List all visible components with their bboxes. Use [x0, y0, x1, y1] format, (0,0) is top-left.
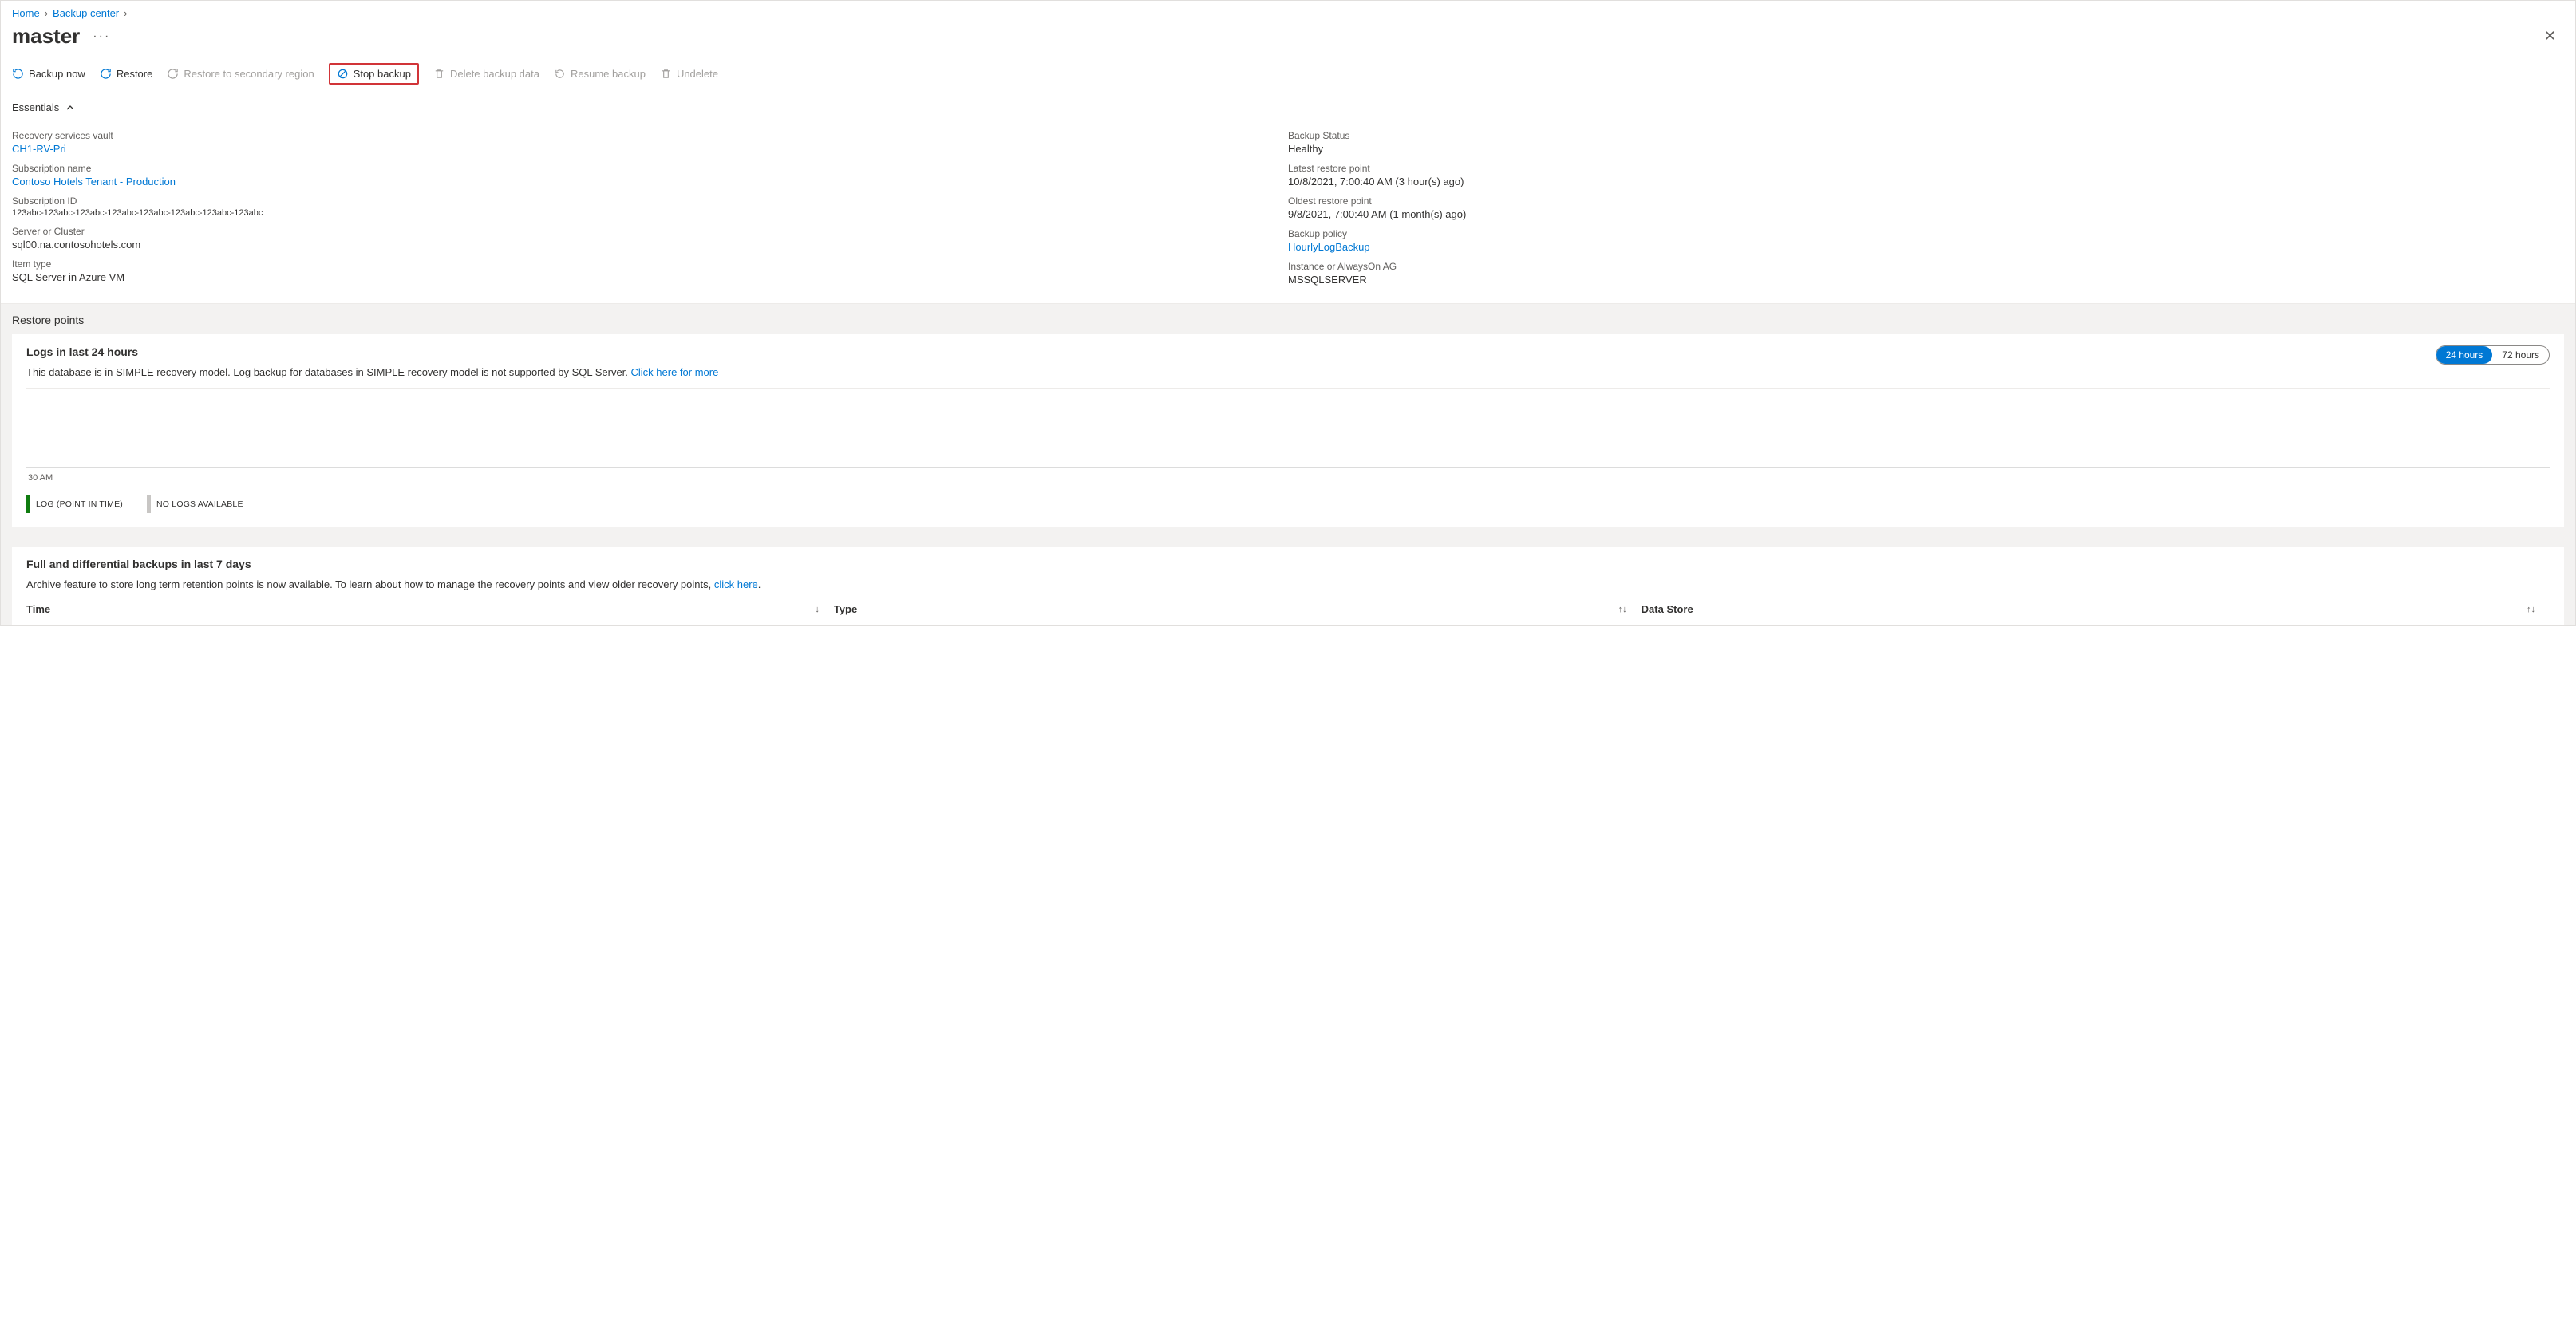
legend-swatch-green — [26, 495, 30, 513]
essentials-panel: Recovery services vault CH1-RV-Pri Subsc… — [1, 120, 2575, 304]
command-bar: Backup now Restore Restore to secondary … — [1, 57, 2575, 93]
restore-button[interactable]: Restore — [100, 68, 153, 80]
col-header-data-store[interactable]: Data Store↑↓ — [1642, 603, 2550, 615]
subscription-name-label: Subscription name — [12, 163, 1288, 174]
breadcrumb-backup-center[interactable]: Backup center — [53, 7, 119, 19]
trash-icon — [433, 68, 445, 80]
instance-value: MSSQLSERVER — [1288, 274, 2564, 286]
essentials-toggle[interactable]: Essentials — [1, 93, 2575, 120]
restore-icon — [100, 68, 112, 80]
logs-card-title: Logs in last 24 hours — [26, 345, 718, 358]
page-title: master — [12, 24, 80, 49]
backups-card: Full and differential backups in last 7 … — [12, 547, 2564, 625]
item-type-value: SQL Server in Azure VM — [12, 271, 1288, 283]
undelete-button: Undelete — [660, 68, 718, 80]
toggle-72h[interactable]: 72 hours — [2492, 346, 2549, 364]
oldest-restore-label: Oldest restore point — [1288, 195, 2564, 207]
sort-icon: ↓ — [815, 605, 820, 614]
server-label: Server or Cluster — [12, 226, 1288, 237]
backup-status-label: Backup Status — [1288, 130, 2564, 141]
chart-tick-label: 30 AM — [28, 473, 53, 483]
recovery-vault-link[interactable]: CH1-RV-Pri — [12, 143, 1288, 155]
restore-secondary-button: Restore to secondary region — [167, 68, 314, 80]
stop-backup-button[interactable]: Stop backup — [329, 63, 419, 85]
backup-now-icon — [12, 68, 24, 80]
chevron-right-icon: › — [124, 7, 127, 19]
logs-card-subtitle: This database is in SIMPLE recovery mode… — [26, 366, 718, 378]
legend-log: LOG (POINT IN TIME) — [26, 495, 123, 513]
backups-card-title: Full and differential backups in last 7 … — [26, 558, 2550, 570]
stop-icon — [337, 68, 349, 80]
breadcrumb-home[interactable]: Home — [12, 7, 40, 19]
col-header-time[interactable]: Time↓ — [26, 603, 834, 615]
chevron-right-icon: › — [45, 7, 48, 19]
undelete-icon — [660, 68, 672, 80]
logs-timeline-chart: 30 AM — [26, 393, 2550, 481]
close-icon[interactable]: ✕ — [2536, 25, 2564, 48]
sort-icon: ↑↓ — [2527, 605, 2535, 614]
delete-backup-data-button: Delete backup data — [433, 68, 539, 80]
logs-card: Logs in last 24 hours This database is i… — [12, 334, 2564, 527]
legend-no-logs: NO LOGS AVAILABLE — [147, 495, 243, 513]
backup-policy-label: Backup policy — [1288, 228, 2564, 239]
breadcrumb: Home › Backup center › — [1, 1, 2575, 21]
more-icon[interactable]: ··· — [93, 30, 110, 44]
sort-icon: ↑↓ — [1618, 605, 1627, 614]
oldest-restore-value: 9/8/2021, 7:00:40 AM (1 month(s) ago) — [1288, 208, 2564, 220]
restore-points-heading: Restore points — [1, 304, 2575, 334]
backups-card-subtitle: Archive feature to store long term reten… — [26, 578, 2550, 590]
subscription-id-value: 123abc-123abc-123abc-123abc-123abc-123ab… — [12, 208, 1288, 218]
resume-icon — [554, 68, 566, 80]
time-range-toggle[interactable]: 24 hours 72 hours — [2436, 345, 2550, 365]
backup-policy-link[interactable]: HourlyLogBackup — [1288, 241, 2564, 253]
backup-now-button[interactable]: Backup now — [12, 68, 85, 80]
item-type-label: Item type — [12, 258, 1288, 270]
latest-restore-label: Latest restore point — [1288, 163, 2564, 174]
logs-learn-more-link[interactable]: Click here for more — [631, 366, 719, 378]
col-header-type[interactable]: Type↑↓ — [834, 603, 1642, 615]
subscription-name-link[interactable]: Contoso Hotels Tenant - Production — [12, 176, 1288, 187]
backup-status-value: Healthy — [1288, 143, 2564, 155]
toggle-24h[interactable]: 24 hours — [2436, 346, 2493, 364]
chevron-up-icon — [65, 103, 75, 112]
subscription-id-label: Subscription ID — [12, 195, 1288, 207]
recovery-vault-label: Recovery services vault — [12, 130, 1288, 141]
backups-learn-more-link[interactable]: click here — [714, 578, 758, 590]
resume-backup-button: Resume backup — [554, 68, 646, 80]
server-value: sql00.na.contosohotels.com — [12, 239, 1288, 251]
restore-secondary-icon — [167, 68, 179, 80]
instance-label: Instance or AlwaysOn AG — [1288, 261, 2564, 272]
latest-restore-value: 10/8/2021, 7:00:40 AM (3 hour(s) ago) — [1288, 176, 2564, 187]
legend-swatch-gray — [147, 495, 151, 513]
